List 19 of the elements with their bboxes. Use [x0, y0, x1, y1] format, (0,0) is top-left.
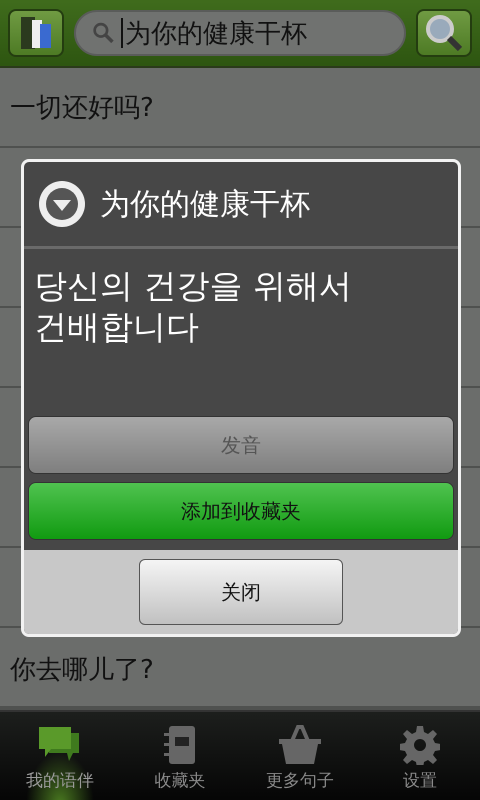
phrase-text[interactable]: 你去哪儿了? [10, 652, 154, 686]
dialog-title: 为你的健康干杯 [100, 186, 310, 224]
gear-icon [400, 725, 440, 765]
search-field[interactable]: 为你的健康干杯 [74, 10, 406, 56]
tab[interactable]: 设置 [360, 712, 480, 800]
books-icon [18, 14, 54, 52]
translation-text: 당신의 건강을 위해서 건배합니다 [33, 265, 353, 348]
basket-icon [278, 725, 322, 765]
search-button[interactable] [416, 9, 472, 57]
tab[interactable]: 更多句子 [240, 712, 360, 800]
phrasebook-button[interactable] [8, 9, 64, 57]
add-favorite-button[interactable]: 添加到收藏夹 [28, 482, 454, 540]
search-icon [92, 20, 116, 46]
search-icon [424, 13, 464, 53]
phrase-text[interactable]: 一切还好吗? [10, 90, 154, 124]
tab[interactable]: 收藏夹 [120, 712, 240, 800]
dropdown-icon [38, 180, 86, 228]
notebook-icon [163, 725, 197, 765]
close-button[interactable]: 关闭 [139, 559, 343, 625]
